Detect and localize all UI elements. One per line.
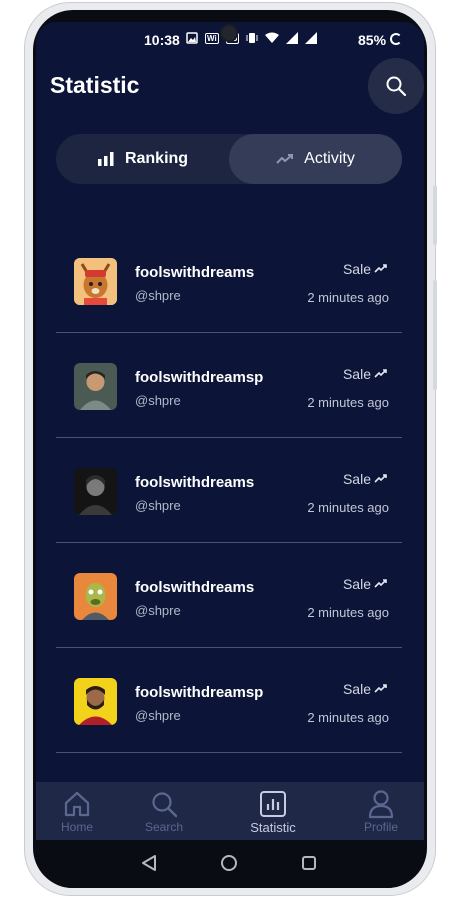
status-icons: Wi Vo xyxy=(186,32,318,44)
search-icon xyxy=(152,792,178,818)
tab-profile-label: Profile xyxy=(363,820,398,834)
item-handle: @shpre xyxy=(135,288,181,303)
tab-search[interactable]: Search xyxy=(119,782,209,840)
item-handle: @shpre xyxy=(135,498,181,513)
item-name: foolswithdreamsp xyxy=(135,369,264,386)
item-name: foolswithdreams xyxy=(135,474,255,491)
segment-control: Ranking Activity xyxy=(56,134,402,184)
tab-statistic-label: Statistic xyxy=(250,820,296,835)
bearded-man-avatar xyxy=(74,678,117,725)
recents-button[interactable] xyxy=(300,854,318,877)
app-screen: 10:38 Wi Vo 85% Statistic Ranking Activi… xyxy=(36,22,424,840)
back-triangle-icon xyxy=(142,855,156,871)
wifi-calling-icon: Wi xyxy=(205,32,219,44)
event-label: Sale xyxy=(342,261,371,277)
tab-activity[interactable]: Activity xyxy=(229,134,402,184)
gallery-icon xyxy=(186,32,198,44)
item-time: 2 minutes ago xyxy=(307,605,389,620)
trend-up-icon xyxy=(374,684,387,693)
event-label: Sale xyxy=(342,576,371,592)
event-badge: Sale xyxy=(343,576,388,592)
event-label: Sale xyxy=(342,681,371,697)
man-avatar xyxy=(74,363,117,410)
list-item[interactable]: foolswithdreams @shpre Sale 2 minutes ag… xyxy=(56,438,402,543)
bar-chart-icon xyxy=(97,152,114,166)
chart-icon xyxy=(260,791,286,817)
event-badge: Sale xyxy=(343,471,388,487)
search-button[interactable] xyxy=(368,58,424,114)
tab-profile[interactable]: Profile xyxy=(336,782,424,840)
tab-home-label: Home xyxy=(60,820,93,834)
power-button xyxy=(433,185,437,245)
tab-search-label: Search xyxy=(144,820,184,834)
item-handle: @shpre xyxy=(135,393,181,408)
trend-up-icon xyxy=(374,264,387,273)
battery-percent: 85% xyxy=(358,32,387,48)
item-handle: @shpre xyxy=(135,708,181,723)
vibrate-icon xyxy=(246,33,258,43)
list-item[interactable]: foolswithdreamsp @shpre Sale 2 minutes a… xyxy=(56,648,402,753)
item-time: 2 minutes ago xyxy=(307,710,389,725)
search-icon xyxy=(386,76,407,97)
back-button[interactable] xyxy=(140,854,158,877)
item-time: 2 minutes ago xyxy=(307,290,389,305)
event-badge: Sale xyxy=(343,261,388,277)
status-time: 10:38 xyxy=(144,32,180,48)
event-badge: Sale xyxy=(343,366,388,382)
signal-icon xyxy=(305,32,318,44)
item-time: 2 minutes ago xyxy=(307,395,389,410)
tab-statistic[interactable]: Statistic xyxy=(228,782,318,840)
event-label: Sale xyxy=(342,471,371,487)
tab-ranking-label: Ranking xyxy=(124,150,189,167)
tab-home[interactable]: Home xyxy=(36,782,122,840)
home-circle-icon xyxy=(221,855,237,871)
tab-activity-label: Activity xyxy=(304,150,355,167)
portrait-avatar xyxy=(74,468,117,515)
wifi-icon xyxy=(265,32,280,43)
list-item[interactable]: foolswithdreamsp @shpre Sale 2 minutes a… xyxy=(56,333,402,438)
battery-ring-icon xyxy=(390,33,402,45)
item-handle: @shpre xyxy=(135,603,181,618)
tab-ranking[interactable]: Ranking xyxy=(56,134,229,184)
trend-up-icon xyxy=(276,154,294,164)
list-item[interactable]: foolswithdreams @shpre Sale 2 minutes ag… xyxy=(56,228,402,333)
recents-square-icon xyxy=(302,856,316,870)
system-nav-bar xyxy=(36,840,424,888)
event-badge: Sale xyxy=(343,681,388,697)
page-title: Statistic xyxy=(50,72,140,98)
list-item[interactable]: foolswithdreams @shpre Sale 2 minutes ag… xyxy=(56,543,402,648)
item-name: foolswithdreams xyxy=(135,264,255,281)
bottom-tab-bar: Home Search Statistic Profile xyxy=(36,782,424,840)
front-camera xyxy=(220,24,238,42)
deer-avatar xyxy=(74,258,117,305)
trend-up-icon xyxy=(374,474,387,483)
item-name: foolswithdreamsp xyxy=(135,684,264,701)
event-label: Sale xyxy=(342,366,371,382)
trend-up-icon xyxy=(374,369,387,378)
user-icon xyxy=(368,790,394,819)
home-icon xyxy=(64,791,90,817)
trend-up-icon xyxy=(374,579,387,588)
ape-avatar xyxy=(74,573,117,620)
activity-list: foolswithdreams @shpre Sale 2 minutes ag… xyxy=(56,228,402,753)
signal-icon xyxy=(286,32,299,44)
item-name: foolswithdreams xyxy=(135,579,255,596)
home-nav-button[interactable] xyxy=(220,854,238,877)
volume-button xyxy=(433,280,437,390)
item-time: 2 minutes ago xyxy=(307,500,389,515)
